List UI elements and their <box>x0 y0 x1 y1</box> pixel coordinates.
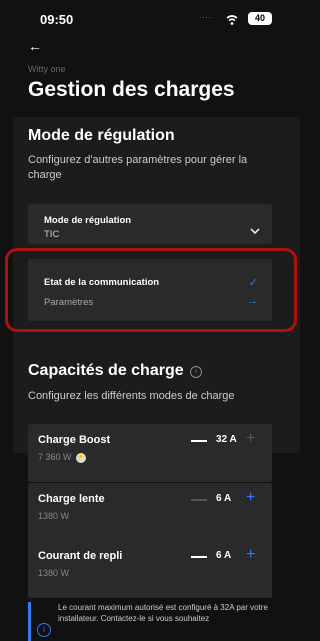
increase-button[interactable]: + <box>246 489 255 507</box>
courant-repli-card: Courant de repli 1380 W 6 A + <box>28 540 272 598</box>
battery-icon: 40 <box>248 12 272 25</box>
charge-amperage: 6 A <box>216 550 232 561</box>
increase-button[interactable]: + <box>246 546 255 564</box>
info-icon[interactable]: i <box>190 366 202 378</box>
mode-value: TIC <box>44 229 60 240</box>
back-arrow-icon[interactable]: ← <box>28 38 42 54</box>
charge-amperage: 6 A <box>216 493 232 504</box>
bolt-icon: ⚡ <box>75 452 86 463</box>
breadcrumb: Witty one <box>28 64 66 74</box>
charge-power: 1380 W <box>38 568 70 578</box>
charge-power: 7 360 W ⚡ <box>38 452 86 463</box>
mode-regulation-select[interactable]: Mode de régulation TIC <box>28 204 272 244</box>
chevron-down-icon <box>250 228 260 235</box>
capacities-title: Capacités de charge <box>28 362 184 379</box>
status-time: 09:50 <box>40 12 74 27</box>
info-note: i Le courant maximum autorisé est config… <box>28 602 272 641</box>
highlight-annotation <box>5 248 297 332</box>
regulation-description: Configurez d'autres paramètres pour gére… <box>28 154 248 181</box>
mode-label: Mode de régulation <box>44 215 132 226</box>
increase-button[interactable]: + <box>246 430 255 448</box>
status-bar: 09:50 .... 40 <box>0 0 300 30</box>
decrease-button[interactable] <box>191 499 207 501</box>
charge-power: 1380 W <box>38 511 70 521</box>
capacities-description: Configurez les différents modes de charg… <box>28 390 235 402</box>
decrease-button[interactable] <box>191 556 207 558</box>
regulation-title: Mode de régulation <box>28 127 175 144</box>
charge-amperage: 32 A <box>216 434 237 445</box>
info-icon: i <box>37 623 51 637</box>
charge-boost-card: Charge Boost 7 360 W ⚡ 32 A + <box>28 424 272 482</box>
charge-name: Charge lente <box>38 493 105 505</box>
decrease-button[interactable] <box>191 440 207 442</box>
charge-lente-card: Charge lente 1380 W 6 A + <box>28 483 272 541</box>
note-accent-bar <box>28 602 31 641</box>
wifi-icon <box>226 15 238 25</box>
signal-icon: .... <box>199 11 212 20</box>
note-text: Le courant maximum autorisé est configur… <box>58 603 268 623</box>
page-title: Gestion des charges <box>28 78 235 101</box>
charge-name: Charge Boost <box>38 434 111 446</box>
charge-name: Courant de repli <box>38 550 123 562</box>
